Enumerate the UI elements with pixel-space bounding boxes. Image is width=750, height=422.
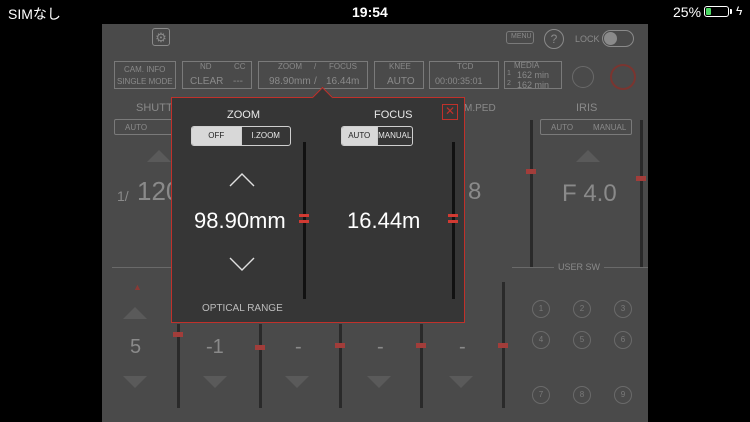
rec-check-button[interactable]	[572, 66, 594, 88]
iris-label: IRIS	[576, 102, 598, 114]
nd-value: CLEAR	[190, 76, 224, 87]
lower-slider-track-2[interactable]	[259, 324, 262, 408]
tcd-value: 00:00:35:01	[435, 76, 483, 86]
user-sw-button-7[interactable]: 7	[532, 386, 550, 404]
shutter-prefix: 1/	[117, 188, 129, 204]
iris-slider-knob[interactable]	[636, 176, 646, 181]
optical-range-label: OPTICAL RANGE	[202, 303, 283, 314]
lower-slider-track-3[interactable]	[339, 324, 342, 408]
mped-label: M.PED	[464, 103, 496, 114]
user-sw-button-1[interactable]: 1	[532, 300, 550, 318]
zoom-mode-switch: OFF I.ZOOM	[191, 126, 291, 146]
lower-value-3: -	[295, 336, 302, 358]
lower-down-icon-3[interactable]	[285, 376, 309, 388]
focus-value: 16.44m	[326, 76, 360, 87]
mped-value: 8	[468, 178, 482, 205]
tcd-label: TCD	[457, 62, 474, 71]
shutter-up-icon[interactable]	[147, 150, 171, 162]
slash-2: /	[314, 76, 317, 87]
lower-slider-track-4[interactable]	[420, 324, 423, 408]
lower-slider-knob-2[interactable]	[255, 345, 265, 350]
slot1-badge: 1	[507, 70, 511, 77]
slash: /	[314, 62, 317, 71]
user-sw-button-3[interactable]: 3	[614, 300, 632, 318]
media-label: MEDIA	[514, 61, 540, 70]
zoom-slider-knob[interactable]	[299, 214, 309, 224]
close-icon[interactable]: ✕	[442, 104, 458, 120]
focus-slider-knob[interactable]	[448, 214, 458, 224]
charging-icon: ϟ	[736, 4, 743, 18]
slot2-badge: 2	[507, 80, 511, 87]
zoom-up-icon[interactable]	[228, 172, 256, 188]
focus-auto-option[interactable]: AUTO	[342, 127, 377, 145]
cc-value: ---	[233, 76, 243, 87]
user-sw-button-2[interactable]: 2	[573, 300, 591, 318]
knee-label: KNEE	[389, 62, 411, 71]
lock-label: LOCK	[575, 34, 600, 44]
rec-button[interactable]	[610, 64, 636, 90]
iris-mode-seg[interactable]: AUTO MANUAL	[540, 119, 632, 135]
zoom-focus-popup: ZOOM OFF I.ZOOM 98.90mm OPTICAL RANGE FO…	[171, 86, 465, 323]
lower-down-icon-1[interactable]	[123, 376, 147, 388]
media-slot2: 162 min	[517, 80, 550, 90]
lower-down-icon-2[interactable]	[203, 376, 227, 388]
lower-value-2: -1	[206, 336, 224, 358]
nd-label: ND	[200, 62, 212, 71]
lower-value-5: -	[459, 336, 466, 358]
user-sw-button-8[interactable]: 8	[573, 386, 591, 404]
focus-label: FOCUS	[329, 62, 357, 71]
lower-value-4: -	[377, 336, 384, 358]
user-sw-button-6[interactable]: 6	[614, 331, 632, 349]
divider-left	[112, 267, 172, 268]
zoom-value-display: 98.90mm	[194, 208, 286, 233]
settings-gear-icon[interactable]: ⚙	[152, 28, 170, 46]
lock-toggle[interactable]	[602, 30, 634, 47]
media-slot1: 162 min	[517, 70, 550, 80]
zoom-label: ZOOM	[278, 62, 302, 71]
zoom-off-option[interactable]: OFF	[192, 127, 241, 145]
focus-mode-switch: AUTO MANUAL	[341, 126, 413, 146]
help-icon[interactable]: ?	[544, 29, 564, 49]
iris-up-icon[interactable]	[576, 150, 600, 162]
user-sw-label: USER SW	[554, 262, 605, 272]
iris-value: F 4.0	[562, 180, 617, 207]
menu-button[interactable]: MENU	[506, 31, 534, 44]
carrier-label: SIMなし	[8, 6, 61, 22]
mped-slider-track[interactable]	[530, 120, 533, 268]
zoom-izoom-option[interactable]: I.ZOOM	[240, 127, 291, 145]
shutter-label: SHUTT	[136, 102, 173, 114]
user-sw-button-9[interactable]: 9	[614, 386, 632, 404]
knee-value: AUTO	[387, 76, 415, 87]
battery-cap	[730, 9, 732, 14]
iris-slider-track[interactable]	[640, 120, 643, 268]
shutter-auto-seg[interactable]: AUTO	[114, 119, 174, 135]
clock: 19:54	[352, 4, 388, 20]
zoom-value: 98.90mm	[269, 76, 311, 87]
user-sw-button-4[interactable]: 4	[532, 331, 550, 349]
lower-down-icon-4[interactable]	[367, 376, 391, 388]
cc-label: CC	[234, 62, 246, 71]
lower-slider-knob-1[interactable]	[173, 332, 183, 337]
battery-percent: 25%	[673, 4, 702, 20]
lower-slider-knob-5[interactable]	[498, 343, 508, 348]
record-indicator: ▲	[133, 282, 142, 292]
focus-manual-option[interactable]: MANUAL	[376, 127, 413, 145]
status-bar: SIMなし 19:54 25% ϟ	[0, 0, 750, 24]
focus-value-display: 16.44m	[347, 208, 421, 233]
cam-info-button[interactable]: CAM. INFO SINGLE MODE	[114, 61, 176, 89]
lower-down-icon-5[interactable]	[449, 376, 473, 388]
zoom-down-icon[interactable]	[228, 256, 256, 272]
battery-icon	[704, 6, 729, 17]
mped-slider-knob[interactable]	[526, 169, 536, 174]
lower-slider-knob-3[interactable]	[335, 343, 345, 348]
lower-value-1: 5	[130, 336, 142, 358]
focus-title: FOCUS	[374, 109, 413, 121]
user-sw-button-5[interactable]: 5	[573, 331, 591, 349]
lower-up-icon-1[interactable]	[123, 307, 147, 319]
zoom-title: ZOOM	[227, 109, 260, 121]
lower-slider-knob-4[interactable]	[416, 343, 426, 348]
